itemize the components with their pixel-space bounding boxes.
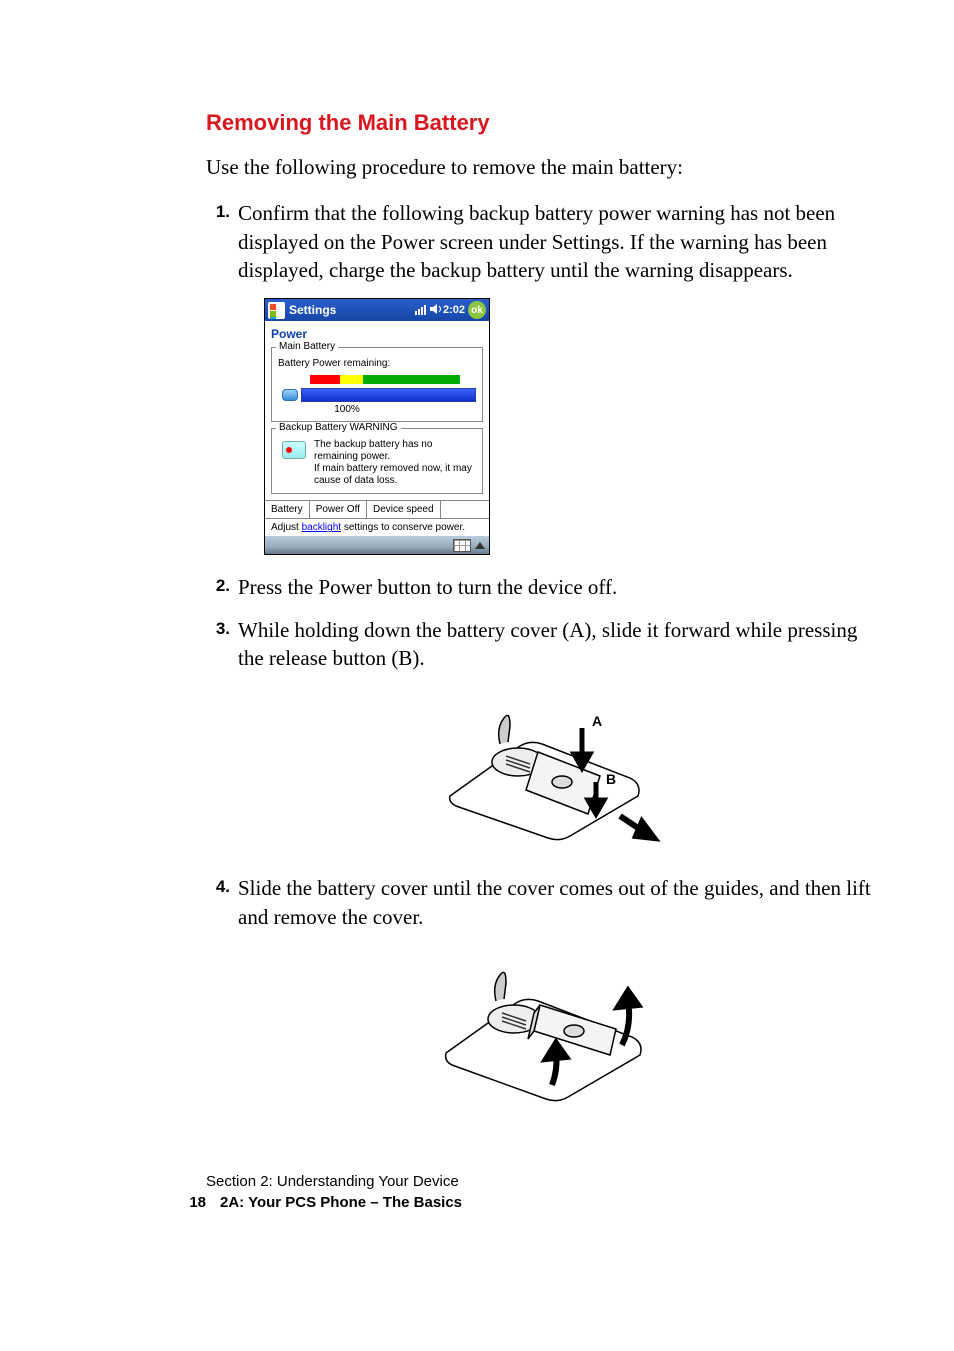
step-text: Confirm that the following backup batter… xyxy=(238,199,874,284)
footer-section: Section 2: Understanding Your Device xyxy=(206,1173,874,1190)
battery-remaining-label: Battery Power remaining: xyxy=(278,358,476,369)
main-battery-legend: Main Battery xyxy=(276,341,338,352)
taskbar xyxy=(265,536,489,554)
step-text: Slide the battery cover until the cover … xyxy=(238,874,874,931)
battery-warning-icon xyxy=(282,441,306,459)
speaker-icon xyxy=(429,303,443,318)
page-number: 18 xyxy=(178,1194,220,1211)
backlight-hint: Adjust backlight settings to conserve po… xyxy=(265,518,489,536)
keyboard-icon[interactable] xyxy=(453,539,471,552)
tab-power-off[interactable]: Power Off xyxy=(310,501,367,518)
backup-warning-text: The backup battery has no remaining powe… xyxy=(314,439,476,487)
step-4: 4. Slide the battery cover until the cov… xyxy=(206,874,874,931)
step-2: 2. Press the Power button to turn the de… xyxy=(206,573,874,601)
step-3: 3. While holding down the battery cover … xyxy=(206,616,874,673)
clock: 2:02 xyxy=(443,304,465,316)
sip-up-icon[interactable] xyxy=(475,542,485,549)
backup-battery-group: Backup Battery WARNING The backup batter… xyxy=(271,428,483,494)
label-b: B xyxy=(606,771,616,787)
titlebar: Settings 2:02 ok xyxy=(265,299,489,321)
signal-icon xyxy=(415,303,429,318)
tab-device-speed[interactable]: Device speed xyxy=(367,501,441,518)
step-number: 1. xyxy=(206,199,238,284)
step-number: 2. xyxy=(206,573,238,601)
step-1: 1. Confirm that the following backup bat… xyxy=(206,199,874,284)
tabs: Battery Power Off Device speed xyxy=(265,500,489,518)
step-text: Press the Power button to turn the devic… xyxy=(238,573,617,601)
backlight-link[interactable]: backlight xyxy=(302,522,341,533)
battery-meter xyxy=(310,375,460,384)
battery-slider[interactable] xyxy=(282,388,476,402)
intro-text: Use the following procedure to remove th… xyxy=(206,154,874,181)
section-heading: Removing the Main Battery xyxy=(206,110,874,136)
main-battery-group: Main Battery Battery Power remaining: 10… xyxy=(271,347,483,422)
battery-percent: 100% xyxy=(218,404,476,415)
power-settings-screenshot: Settings 2:02 ok Power Main Battery Batt… xyxy=(264,298,490,555)
slider-track xyxy=(301,388,476,402)
tab-battery[interactable]: Battery xyxy=(265,501,310,518)
step-number: 3. xyxy=(206,616,238,673)
label-a: A xyxy=(592,713,602,729)
start-icon[interactable] xyxy=(268,302,285,319)
battery-cover-slide-figure: A B xyxy=(410,686,670,856)
app-title: Settings xyxy=(289,303,415,317)
ok-button[interactable]: ok xyxy=(468,301,486,319)
step-text: While holding down the battery cover (A)… xyxy=(238,616,874,673)
step-number: 4. xyxy=(206,874,238,931)
page-footer: Section 2: Understanding Your Device 182… xyxy=(206,1173,874,1211)
battery-cover-lift-figure xyxy=(410,945,670,1115)
footer-title: 2A: Your PCS Phone – The Basics xyxy=(220,1194,462,1211)
slider-thumb-icon xyxy=(282,389,298,401)
backup-legend: Backup Battery WARNING xyxy=(276,422,401,433)
